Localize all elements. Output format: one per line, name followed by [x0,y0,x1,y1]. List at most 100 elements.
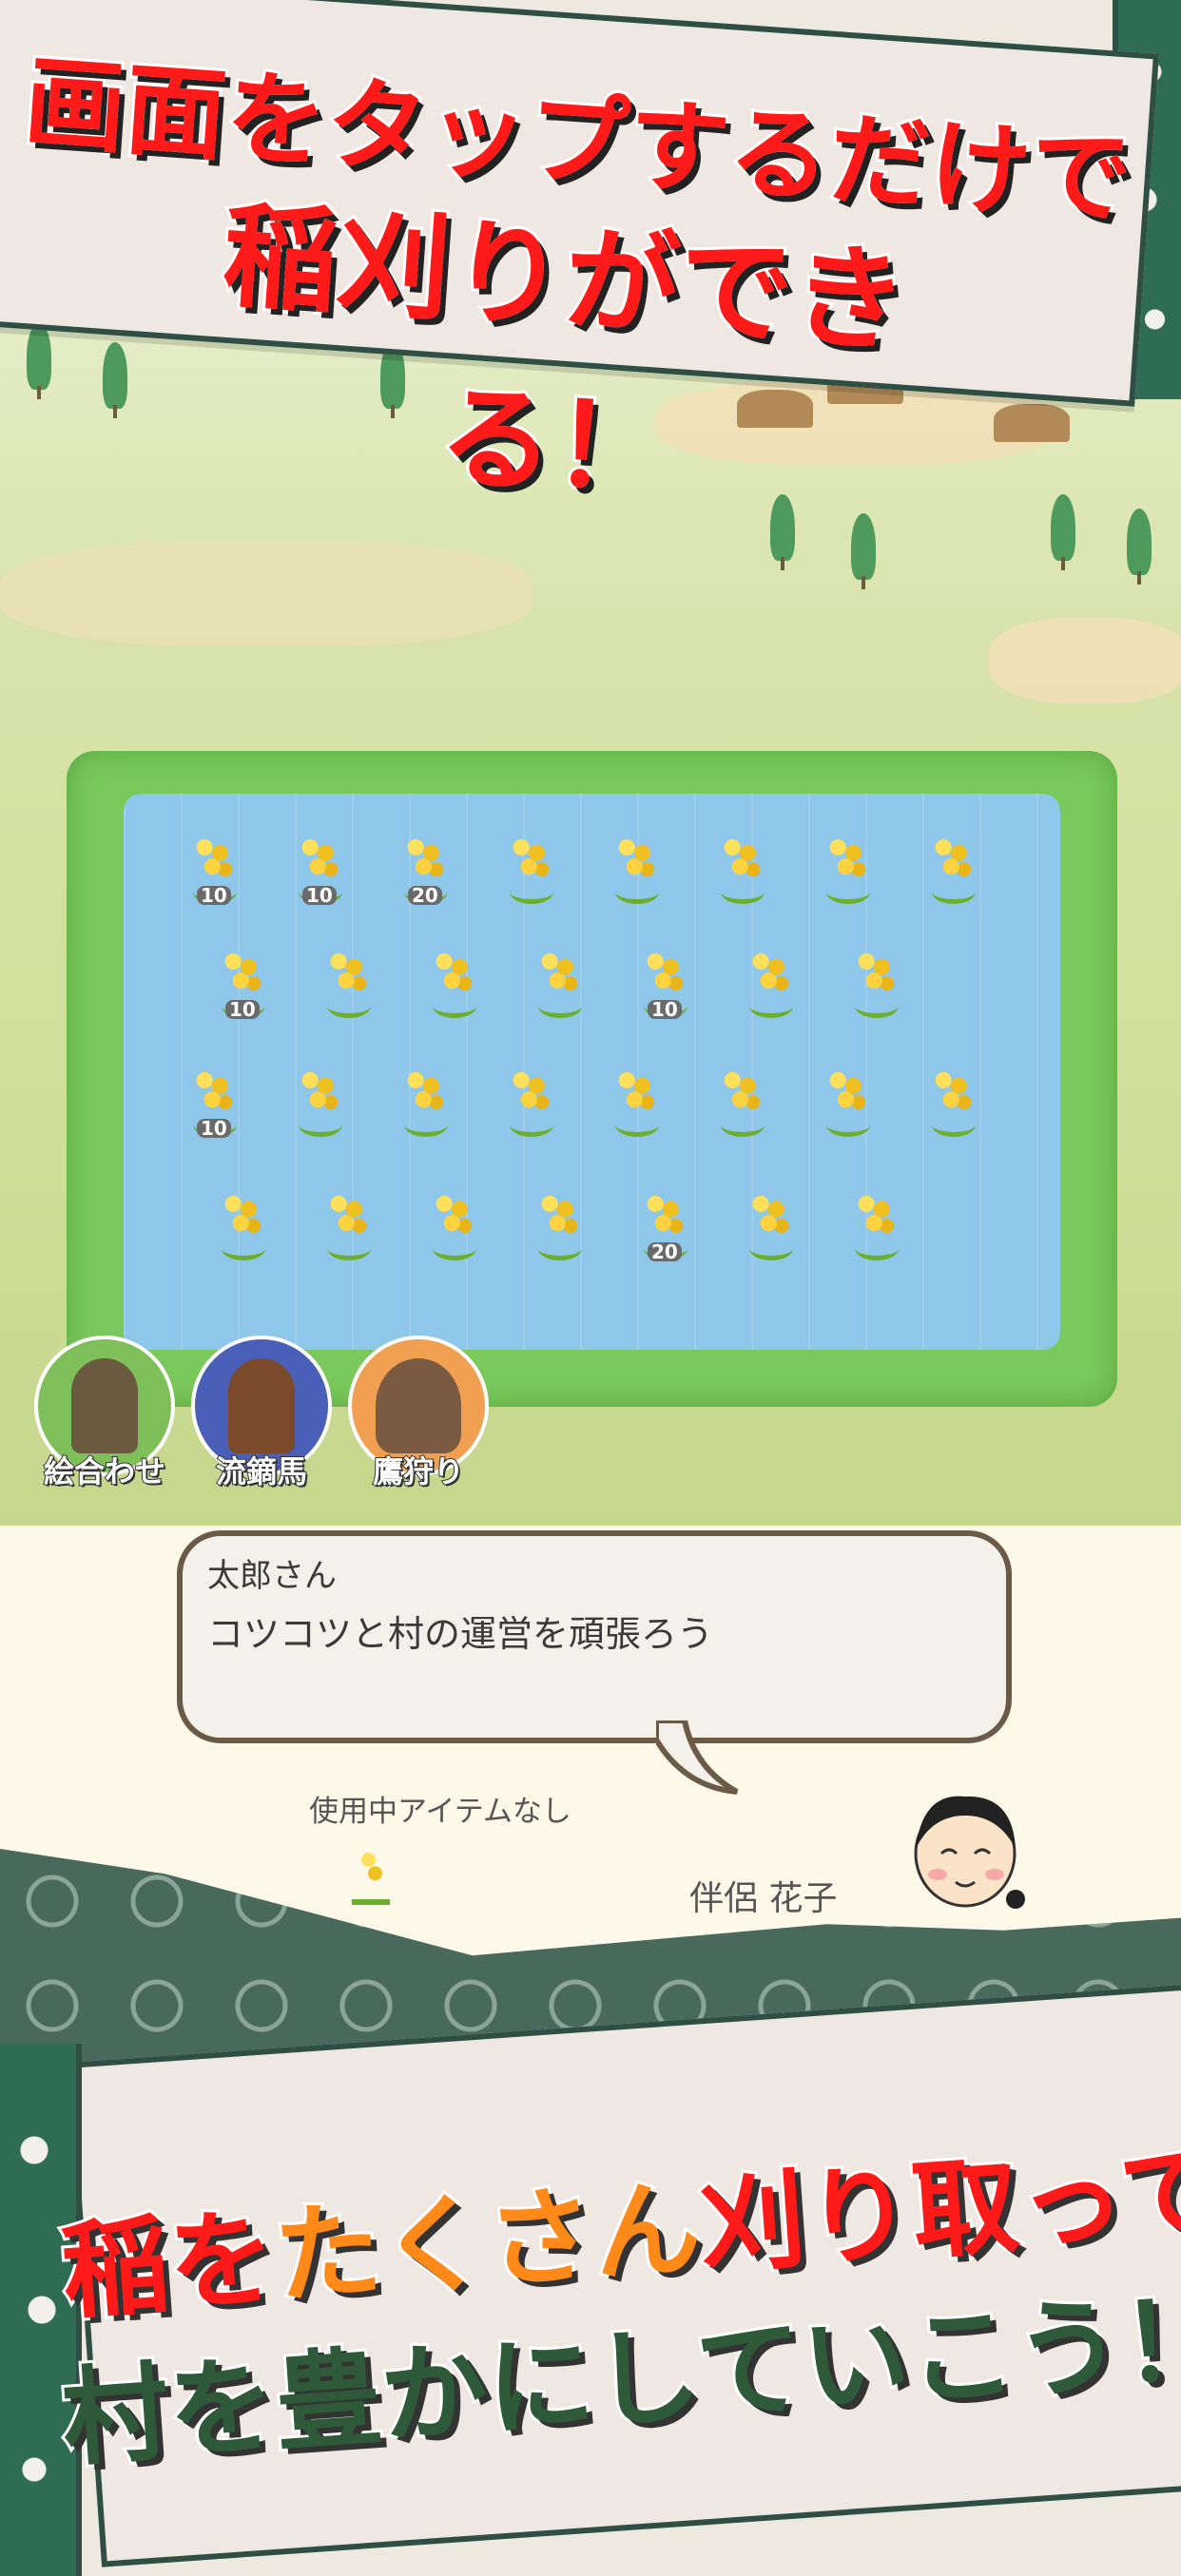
rice-plant[interactable] [915,1060,991,1137]
rice-stem [826,880,870,904]
rice-stem [538,994,582,1018]
rice-plant[interactable] [598,827,674,904]
rice-plant[interactable] [809,1060,885,1137]
rice-grain-icon [323,945,375,1000]
rice-count-badge: 10 [197,1119,231,1138]
rice-plant[interactable] [416,1183,492,1260]
rice-stem [855,994,899,1018]
rice-grain-icon [534,1187,586,1242]
rice-plant[interactable]: 10 [176,827,252,905]
rice-plant[interactable] [521,1183,597,1260]
rice-count-badge: 10 [648,1000,682,1019]
rice-plant[interactable] [493,827,569,904]
rice-stem [932,1113,976,1137]
rice-grain-icon [928,1064,979,1119]
rice-plant[interactable] [521,941,597,1018]
rice-grain-icon [745,945,797,1000]
skill-label: 絵合わせ [43,1452,166,1490]
rice-grain-icon [534,945,586,1000]
skill-label: 流鏑馬 [215,1452,308,1490]
rice-plant[interactable] [704,827,780,904]
rice-stem [826,1113,870,1137]
rice-plant[interactable]: 20 [387,827,463,905]
tree-icon [1051,494,1075,570]
dialog-message: コツコツと村の運営を頑張ろう [207,1613,714,1655]
rice-count-badge: 10 [302,886,337,905]
rice-stem [855,1237,899,1260]
rice-stem [615,1113,659,1137]
rice-stem [299,1113,342,1137]
rice-stem [510,1113,553,1137]
rice-plant[interactable] [809,827,885,904]
rice-grain-icon [745,1187,797,1242]
rice-stem [222,1237,265,1260]
rice-grain-icon [218,945,269,1000]
item-status-text: 使用中アイテムなし [309,1795,571,1829]
rice-grain-icon [928,831,979,886]
speaker-name: 太郎さん [207,1557,337,1595]
rice-grain-icon [506,1064,557,1119]
rice-grain-icon [295,831,346,886]
hawk-figure [376,1358,461,1453]
rice-grain-icon [717,831,768,886]
rice-plant[interactable]: 20 [627,1183,703,1261]
rice-plant[interactable] [732,941,808,1018]
rice-grain-icon [717,1064,768,1119]
speech-bubble-tail [656,1721,739,1795]
hut-icon [994,404,1070,442]
rice-grain-icon [400,831,452,886]
archer-figure [228,1358,295,1453]
tree-icon [103,342,127,418]
dirt-path [0,542,532,646]
partner-avatar[interactable] [903,1787,1027,1920]
rice-plant[interactable] [310,1183,386,1260]
rice-stem [721,880,765,904]
rice-stem [721,1113,765,1137]
rice-grain-icon [295,1064,346,1119]
rice-plant[interactable]: 10 [281,827,358,905]
rice-plant[interactable] [204,1183,281,1260]
rice-grain-icon [400,1064,452,1119]
rice-plant[interactable] [310,941,386,1018]
tree-icon [1127,509,1152,585]
rice-grain-icon [640,1187,691,1242]
rice-grain-icon [611,831,663,886]
tagline-part: 稲を [55,2194,282,2337]
rice-plant[interactable]: 10 [204,941,281,1019]
rice-count-badge: 20 [408,886,442,905]
rice-item-icon [342,1842,399,1918]
rice-plant[interactable] [838,1183,914,1260]
rice-plant[interactable] [493,1060,569,1137]
tree-icon [27,323,51,399]
rice-stem [433,1237,476,1260]
rice-stem [510,880,553,904]
rice-grain-icon [823,1064,874,1119]
skill-label: 鷹狩り [372,1452,465,1490]
skill-button-takagari[interactable]: 鷹狩り [347,1336,490,1497]
rice-grain-icon [506,831,557,886]
rice-plant[interactable] [732,1183,808,1260]
rice-plant[interactable]: 10 [627,941,703,1019]
rice-plant[interactable] [838,941,914,1018]
rice-plant[interactable] [387,1060,463,1137]
rice-plant[interactable] [598,1060,674,1137]
rice-count-badge: 10 [225,1000,260,1019]
rice-stem [749,994,793,1018]
speech-bubble[interactable]: 太郎さん コツコツと村の運営を頑張ろう [177,1530,1012,1743]
rice-stem [404,1113,448,1137]
skill-button-e-awase[interactable]: 絵合わせ [33,1336,176,1497]
rice-plant[interactable] [915,827,991,904]
elder-figure [71,1358,138,1453]
dirt-path [989,618,1181,703]
rice-plant[interactable]: 10 [176,1060,252,1138]
rice-grain-icon [851,945,902,1000]
rice-grain-icon [323,1187,375,1242]
rice-grain-icon [851,1187,902,1242]
rice-plant[interactable] [416,941,492,1018]
rice-stem [433,994,476,1018]
rice-plant[interactable] [281,1060,358,1137]
rice-grain-icon [611,1064,663,1119]
rice-plant[interactable] [704,1060,780,1137]
rice-grain-icon [189,1064,241,1119]
skill-button-yabusame[interactable]: 流鏑馬 [190,1336,333,1497]
